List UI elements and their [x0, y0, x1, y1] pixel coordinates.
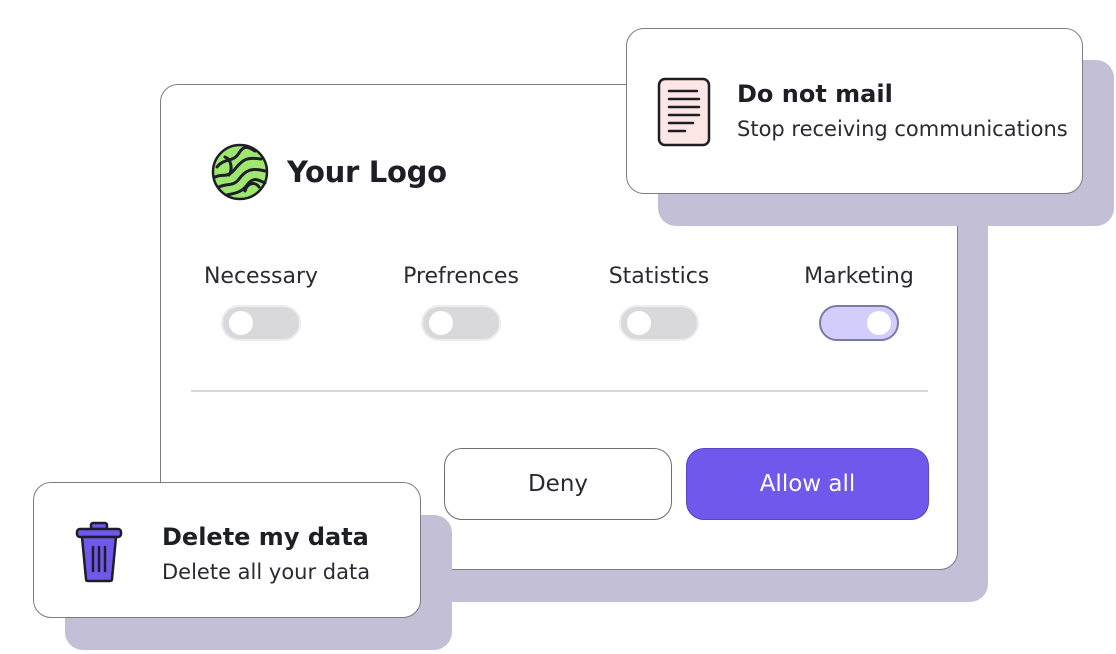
toggle-label-statistics: Statistics	[608, 264, 710, 289]
preferences-switch[interactable]	[421, 305, 501, 341]
do-not-mail-card[interactable]: Do not mail Stop receiving communication…	[626, 28, 1083, 194]
toggle-item-preferences: Prefrences	[371, 263, 551, 341]
delete-my-data-subtitle: Delete all your data	[162, 560, 371, 584]
brand-logo: Your Logo	[211, 143, 447, 201]
delete-my-data-title: Delete my data	[162, 523, 369, 551]
do-not-mail-subtitle: Stop receiving communications	[737, 117, 1068, 141]
trash-icon	[75, 521, 123, 583]
necessary-switch[interactable]	[221, 305, 301, 341]
do-not-mail-title: Do not mail	[737, 80, 893, 108]
switch-knob	[229, 311, 253, 335]
toggle-item-statistics: Statistics	[569, 263, 749, 341]
marketing-switch[interactable]	[819, 305, 899, 341]
logo-text: Your Logo	[287, 155, 447, 189]
switch-knob	[429, 311, 453, 335]
allow-all-button[interactable]: Allow all	[686, 448, 929, 520]
statistics-switch[interactable]	[619, 305, 699, 341]
toggle-label-marketing: Marketing	[804, 264, 914, 289]
toggle-item-necessary: Necessary	[171, 263, 351, 341]
toggle-item-marketing: Marketing	[769, 263, 949, 341]
document-icon	[657, 77, 711, 147]
deny-button[interactable]: Deny	[444, 448, 672, 520]
swirl-globe-icon	[211, 143, 269, 201]
delete-my-data-card[interactable]: Delete my data Delete all your data	[33, 482, 421, 618]
toggle-label-preferences: Prefrences	[403, 264, 519, 289]
switch-knob	[627, 311, 651, 335]
divider	[191, 390, 928, 392]
switch-knob	[867, 311, 891, 335]
toggle-label-necessary: Necessary	[203, 264, 319, 289]
